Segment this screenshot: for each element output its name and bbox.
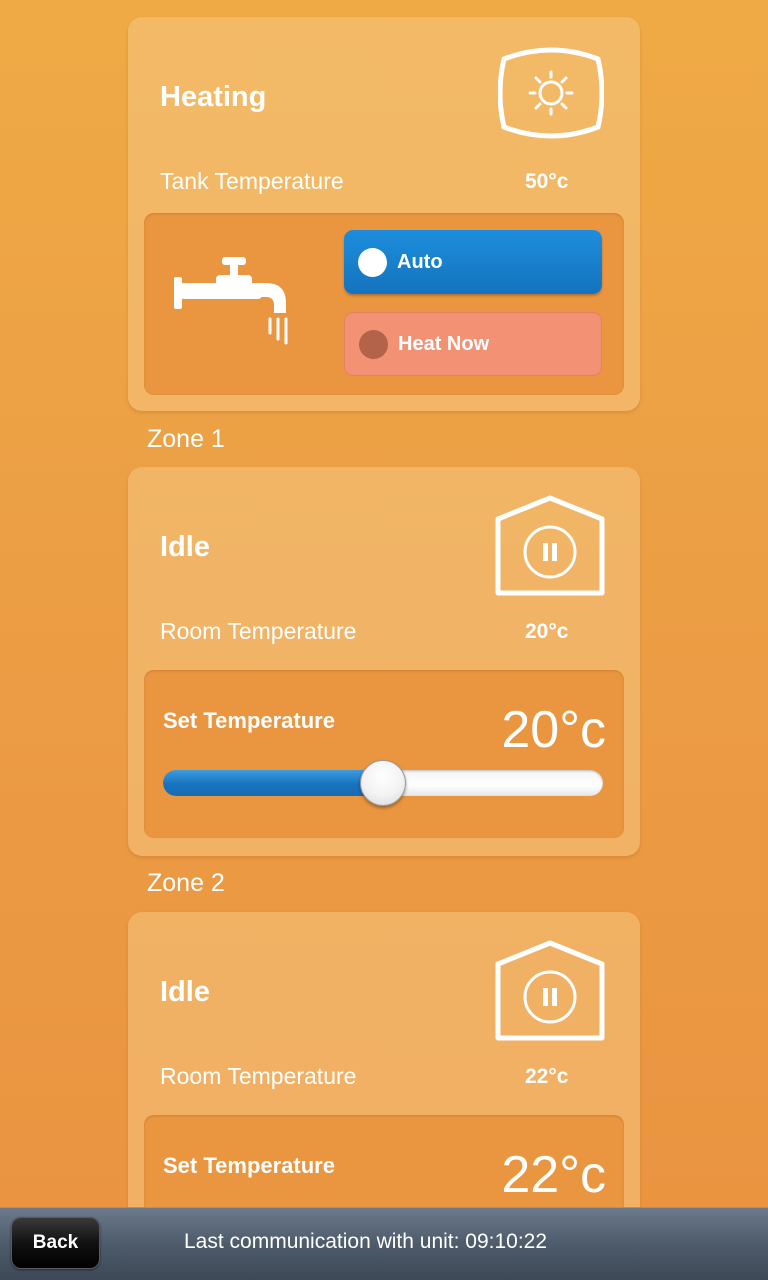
zone-2-set-panel: Set Temperature 22°c (144, 1115, 624, 1207)
radio-selected-icon (358, 247, 387, 277)
zone-1-set-value: 20°c (501, 701, 606, 759)
zone-2-label: Zone 2 (147, 869, 225, 897)
auto-mode-label: Auto (397, 250, 443, 273)
zone-2-set-value: 22°c (501, 1146, 606, 1204)
zone-1-card: Idle Room Temperature 20°c Set Temperatu… (128, 467, 640, 856)
zone-1-set-label: Set Temperature (163, 708, 335, 733)
zone-1-label: Zone 1 (147, 425, 225, 453)
zone-2-status: Idle (160, 976, 210, 1008)
zone-1-status: Idle (160, 531, 210, 563)
heating-status-title: Heating (160, 81, 267, 113)
auto-mode-button[interactable]: Auto (344, 230, 602, 294)
zone-2-card: Idle Room Temperature 22°c Set Temperatu… (128, 912, 640, 1207)
house-pause-icon (495, 940, 605, 1041)
house-pause-icon (495, 495, 605, 596)
hot-water-panel: Auto Heat Now (144, 213, 624, 395)
zone-2-room-label: Room Temperature (160, 1063, 357, 1089)
zone-2-set-label: Set Temperature (163, 1153, 335, 1178)
slider-thumb[interactable] (360, 760, 406, 806)
back-button[interactable]: Back (11, 1217, 100, 1269)
tank-temperature-label: Tank Temperature (160, 168, 344, 194)
sun-icon (498, 47, 604, 139)
scroll-area[interactable]: Heating Tank Temperature 50°c Auto Heat … (0, 0, 768, 1207)
slider-fill (163, 770, 383, 796)
status-bar: Back Last communication with unit: 09:10… (0, 1207, 768, 1280)
radio-unselected-icon (359, 329, 388, 359)
zone-1-room-value: 20°c (525, 620, 569, 643)
tap-icon (174, 257, 288, 345)
heat-now-button[interactable]: Heat Now (344, 312, 602, 376)
zone-1-set-panel: Set Temperature 20°c (144, 670, 624, 838)
zone-1-room-label: Room Temperature (160, 618, 357, 644)
heating-card: Heating Tank Temperature 50°c Auto Heat … (128, 17, 640, 411)
zone-2-room-value: 22°c (525, 1065, 569, 1088)
last-communication-status: Last communication with unit: 09:10:22 (184, 1230, 548, 1253)
heat-now-label: Heat Now (398, 332, 490, 355)
tank-temperature-value: 50°c (525, 170, 569, 193)
